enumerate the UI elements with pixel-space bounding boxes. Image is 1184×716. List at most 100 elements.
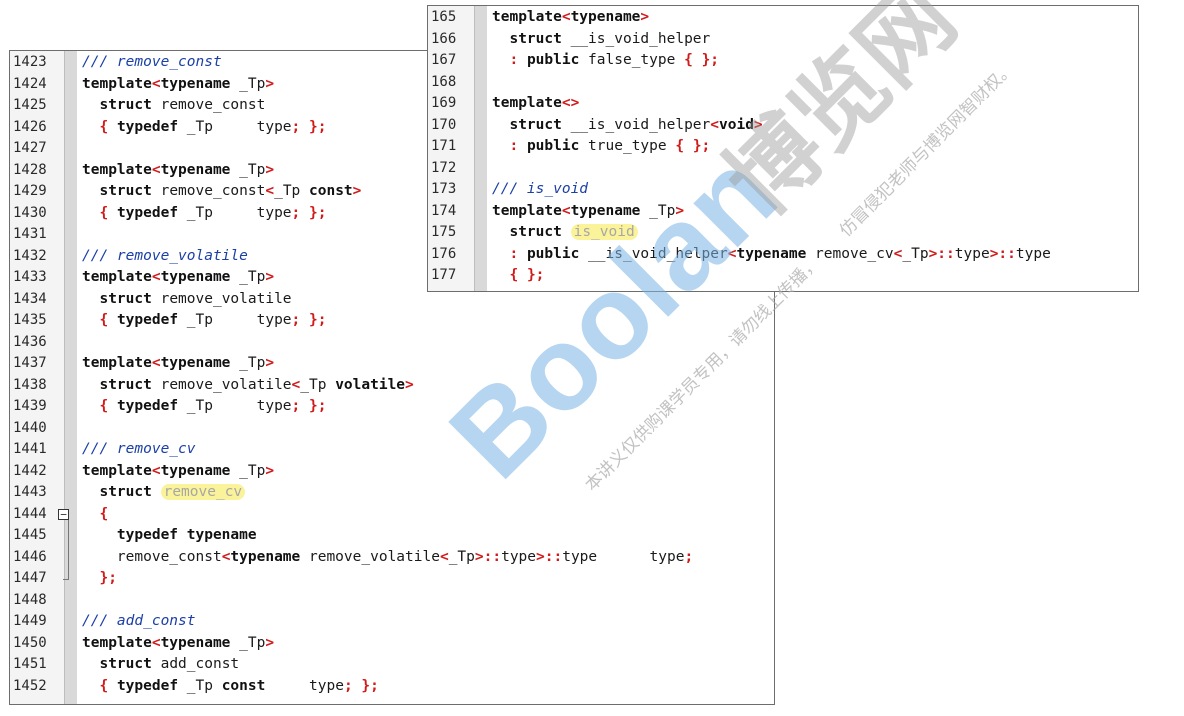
line-number: 1436 — [13, 333, 47, 350]
code-token: typename — [160, 634, 231, 651]
code-token: struct — [509, 224, 562, 240]
code-token: < — [710, 116, 719, 133]
code-token: typename — [570, 9, 641, 25]
code-token: struct — [99, 290, 152, 307]
code-token: >:: — [989, 245, 1016, 262]
code-token: template — [492, 95, 562, 111]
code-token: /// add_const — [82, 613, 196, 629]
code-token: _Tp type — [178, 118, 292, 135]
code-token: typedef — [116, 204, 179, 221]
code-line: 1435 { typedef _Tp type; }; — [10, 310, 774, 332]
code-text: template<typename _Tp> — [492, 201, 684, 223]
code-token: type — [1015, 245, 1051, 262]
code-token: template — [82, 269, 152, 285]
code-token: _Tp — [274, 183, 310, 199]
code-token: remove_const — [151, 97, 266, 113]
code-token: void — [719, 116, 754, 133]
code-line: 1448 — [10, 590, 774, 612]
code-line: 1446 remove_const < typename remove_volati… — [10, 547, 774, 569]
code-text: { typedef _Tp const type; }; — [82, 676, 379, 698]
code-token: > — [640, 9, 650, 25]
code-token: struct — [99, 376, 152, 393]
code-token: > — [753, 116, 763, 133]
code-token: type — [954, 245, 990, 262]
code-token: struct — [509, 30, 562, 47]
line-number: 173 — [431, 181, 457, 197]
line-number: 1424 — [13, 75, 47, 92]
code-text: struct remove_cv — [82, 482, 246, 504]
code-token: template — [82, 462, 152, 479]
code-token: : — [509, 138, 519, 154]
code-line: 170 struct __is_void_helper<void> — [428, 115, 1138, 137]
line-number: 1433 — [13, 269, 47, 285]
code-token: _Tp type — [178, 312, 292, 328]
code-line: 172 — [428, 158, 1138, 180]
line-number: 1434 — [13, 290, 47, 307]
code-token: ; — [291, 312, 301, 328]
code-editor-right: 165 template<typename> 166 struct __is_voi… — [427, 5, 1139, 292]
line-number: 1429 — [13, 183, 47, 199]
code-text: struct is_void — [492, 222, 638, 244]
code-token: < — [561, 202, 571, 219]
line-number: 167 — [431, 52, 457, 68]
code-token: ; — [291, 398, 301, 414]
code-line: 1441 /// remove_cv — [10, 439, 774, 461]
code-line: 1449 /// add_const — [10, 611, 774, 633]
code-token: ; — [343, 677, 353, 694]
code-token: _Tp — [178, 677, 222, 694]
line-number: 175 — [431, 224, 457, 240]
code-token: __is_void_helper — [579, 245, 728, 262]
code-token: __is_void_helper — [561, 116, 711, 133]
code-token: < — [151, 634, 161, 651]
code-line: 168 — [428, 72, 1138, 94]
code-text: /// remove_cv — [82, 439, 196, 461]
line-number: 1452 — [13, 677, 47, 694]
line-number: 1441 — [13, 441, 47, 457]
code-token: _Tp — [230, 161, 266, 178]
code-line: 177 { }; — [428, 265, 1138, 287]
code-line: 1437 template<typename _Tp> — [10, 353, 774, 375]
line-number: 168 — [431, 73, 457, 90]
code-token: < — [151, 75, 161, 92]
code-text: template<typename _Tp> — [82, 461, 274, 483]
code-line: 173 /// is_void — [428, 179, 1138, 201]
line-number: 1449 — [13, 613, 47, 629]
line-number: 1438 — [13, 376, 47, 393]
code-token: { — [99, 118, 109, 135]
line-number: 1448 — [13, 591, 47, 608]
line-number: 1437 — [13, 355, 47, 371]
highlighted-symbol: is_void — [570, 224, 638, 240]
code-token: { — [99, 505, 109, 522]
code-token: type — [265, 677, 344, 694]
line-number: 1431 — [13, 226, 47, 242]
code-token: false_type — [579, 52, 685, 68]
fold-collapse-icon[interactable]: − — [58, 508, 69, 520]
code-token: typename — [160, 75, 231, 92]
line-number: 1430 — [13, 204, 47, 221]
code-line: 174 template<typename _Tp> — [428, 201, 1138, 223]
code-text: : public __is_void_helper<typename remov… — [492, 244, 1051, 266]
code-token: _Tp type — [178, 398, 292, 414]
code-token: > — [352, 183, 362, 199]
line-number: 166 — [431, 30, 457, 47]
code-token: }; — [361, 677, 379, 694]
code-text: /// add_const — [82, 611, 196, 633]
code-line: 1452 { typedef _Tp const type; }; — [10, 676, 774, 698]
code-token: template — [82, 75, 152, 92]
code-token: typename — [160, 161, 231, 178]
code-token: template — [82, 634, 152, 651]
code-token: { — [509, 267, 519, 283]
